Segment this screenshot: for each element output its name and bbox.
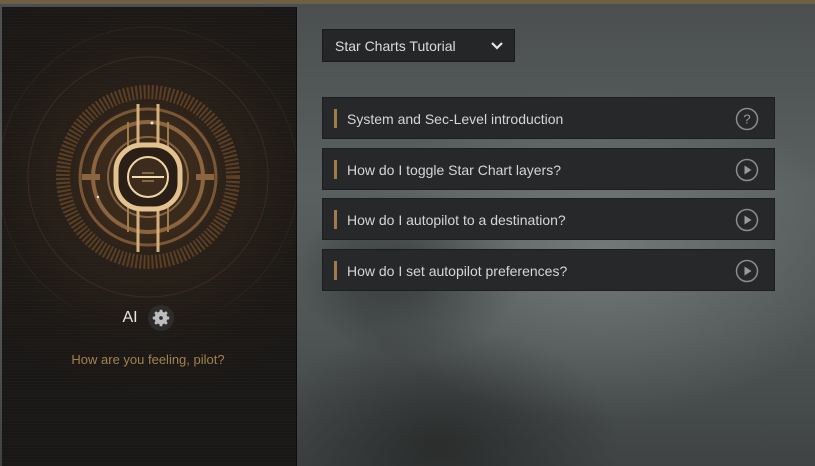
ai-identity: AI — [0, 303, 296, 333]
item-accent-bar — [334, 210, 337, 229]
chevron-down-icon — [491, 42, 503, 50]
tutorial-item-label: How do I set autopilot preferences? — [347, 263, 568, 279]
gear-icon — [152, 309, 169, 327]
svg-text:?: ? — [743, 112, 750, 127]
item-accent-bar — [334, 160, 337, 179]
tutorial-select[interactable]: Star Charts Tutorial — [322, 29, 515, 62]
ai-emblem — [2, 26, 296, 307]
tutorial-item-autopilot-destination[interactable]: How do I autopilot to a destination? — [322, 198, 775, 240]
tutorial-item-label: How do I toggle Star Chart layers? — [347, 162, 561, 178]
play-icon[interactable] — [735, 259, 759, 283]
item-accent-bar — [334, 109, 337, 128]
question-icon[interactable]: ? — [735, 107, 759, 131]
ai-greeting: How are you feeling, pilot? — [71, 352, 225, 367]
play-icon[interactable] — [735, 158, 759, 182]
tutorial-item-toggle-layers[interactable]: How do I toggle Star Chart layers? — [322, 148, 775, 190]
ai-name: AI — [122, 309, 138, 326]
ai-settings-button[interactable] — [147, 305, 174, 331]
tutorial-select-value: Star Charts Tutorial — [335, 37, 456, 54]
tutorial-item-system-sec-level[interactable]: System and Sec-Level introduction ? — [322, 97, 775, 139]
tutorial-item-label: How do I autopilot to a destination? — [347, 212, 566, 228]
item-accent-bar — [334, 261, 337, 280]
play-icon[interactable] — [735, 208, 759, 232]
tutorial-item-autopilot-preferences[interactable]: How do I set autopilot preferences? — [322, 249, 775, 291]
tutorial-item-label: System and Sec-Level introduction — [347, 111, 564, 127]
